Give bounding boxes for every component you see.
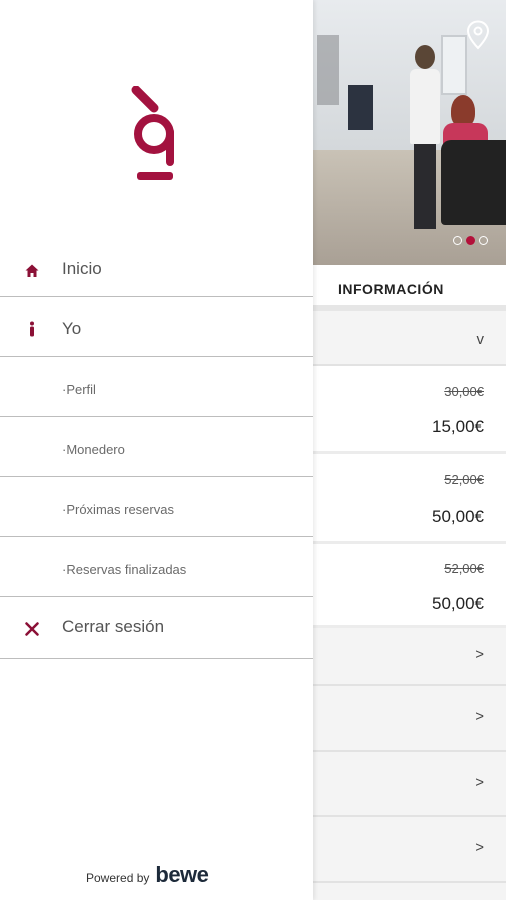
menu-item-monedero[interactable]: ·Monedero [0,417,313,477]
old-price: 52,00€ [444,472,484,487]
menu-item-reservas-finalizadas[interactable]: ·Reservas finalizadas [0,537,313,597]
person-icon [30,321,34,337]
navigation-drawer: Inicio Yo ·Perfil ·Monedero ·Próximas re… [0,0,313,900]
menu-item-yo[interactable]: Yo [0,297,313,357]
chevron-right-icon: > [475,708,484,725]
menu-item-proximas-reservas[interactable]: ·Próximas reservas [0,477,313,537]
carousel-indicator [453,236,488,245]
info-accordion[interactable]: v [313,311,506,366]
bewe-logo: bewe [155,862,209,887]
service-price-row[interactable]: 52,00€ 50,00€ [313,544,506,628]
carousel-dot-active[interactable] [466,236,475,245]
chevron-down-icon: v [476,331,485,348]
powered-by-text: Powered by [86,871,150,885]
hero-image-carousel[interactable] [313,0,506,265]
hero-photo-mirror [441,35,467,95]
hero-photo-desk [348,85,373,130]
nav-row[interactable]: > [313,752,506,817]
info-section-title: INFORMACIÓN [313,265,506,307]
menu-item-inicio[interactable]: Inicio [0,237,313,297]
menu-label: ·Perfil [62,382,96,397]
carousel-dot[interactable] [453,236,462,245]
new-price: 50,00€ [432,507,484,526]
service-price-row[interactable]: 30,00€ 15,00€ [313,366,506,454]
menu-item-perfil[interactable]: ·Perfil [0,357,313,417]
powered-by[interactable]: Powered by bewe [86,862,209,888]
nav-row[interactable]: > [313,686,506,752]
old-price: 52,00€ [444,561,484,576]
carousel-dot[interactable] [479,236,488,245]
main-content: INFORMACIÓN v 30,00€ 15,00€ 52,00€ 50,00… [313,0,506,900]
menu-label: ·Reservas finalizadas [62,562,187,577]
home-icon [25,264,39,277]
menu-label: Yo [62,319,82,338]
location-pin-icon[interactable] [466,20,490,50]
chevron-right-icon: > [475,774,484,791]
chevron-right-icon: > [475,839,484,856]
menu-label: Cerrar sesión [62,617,165,636]
new-price: 15,00€ [432,417,484,436]
nav-row[interactable]: > [313,628,506,686]
old-price: 30,00€ [444,384,484,399]
menu-item-cerrar-sesion[interactable]: Cerrar sesión [0,597,313,659]
hero-photo-stylist [410,45,440,235]
chevron-right-icon: > [475,646,484,663]
menu-label: Inicio [62,259,102,278]
service-price-row[interactable]: 52,00€ 50,00€ [313,454,506,544]
menu-label: ·Próximas reservas [62,502,174,517]
hero-photo-chair [441,140,506,225]
menu-label: ·Monedero [62,442,125,457]
close-icon [25,622,39,636]
salon-logo-icon [131,86,174,180]
nav-row[interactable]: > [313,817,506,883]
hero-photo-shelf [317,35,339,105]
new-price: 50,00€ [432,594,484,613]
